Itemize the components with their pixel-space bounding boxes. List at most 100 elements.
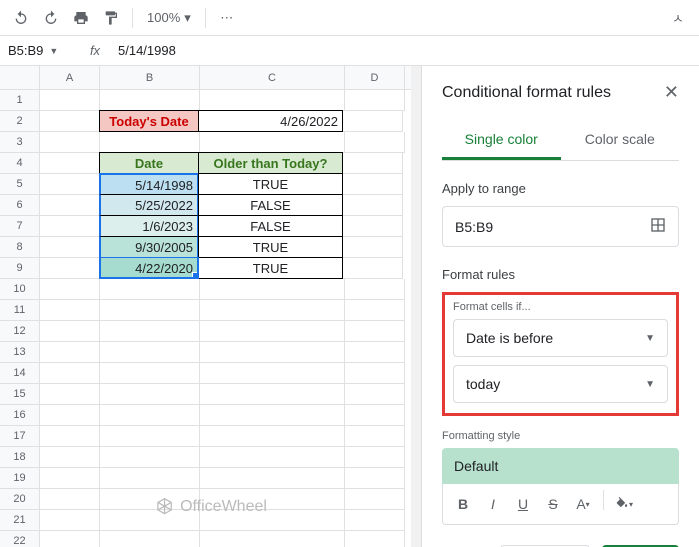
cell[interactable] — [40, 321, 100, 342]
cell[interactable] — [345, 384, 405, 405]
underline-button[interactable]: U — [509, 490, 537, 518]
cell[interactable] — [345, 132, 405, 153]
tab-color-scale[interactable]: Color scale — [561, 121, 680, 160]
cell[interactable] — [345, 300, 405, 321]
undo-icon[interactable] — [8, 5, 34, 31]
cell[interactable] — [345, 426, 405, 447]
cell[interactable] — [343, 174, 403, 195]
cell[interactable]: Today's Date — [99, 110, 199, 132]
close-icon[interactable]: ✕ — [664, 82, 679, 103]
cell[interactable] — [100, 321, 200, 342]
cell[interactable] — [343, 216, 403, 237]
col-header[interactable]: C — [200, 66, 345, 89]
row-header[interactable]: 19 — [0, 468, 40, 489]
tab-single-color[interactable]: Single color — [442, 121, 561, 160]
print-icon[interactable] — [68, 5, 94, 31]
cell[interactable]: Date — [99, 152, 199, 174]
cell[interactable] — [100, 489, 200, 510]
cell[interactable] — [100, 342, 200, 363]
row-header[interactable]: 10 — [0, 279, 40, 300]
cell[interactable]: Older than Today? — [198, 152, 343, 174]
cell[interactable] — [200, 510, 345, 531]
row-header[interactable]: 11 — [0, 300, 40, 321]
collapse-up-icon[interactable]: ㅅ — [665, 5, 691, 31]
vertical-scrollbar[interactable] — [411, 66, 421, 547]
row-header[interactable]: 13 — [0, 342, 40, 363]
row-header[interactable]: 7 — [0, 216, 40, 237]
cell[interactable] — [40, 216, 100, 237]
cell[interactable] — [40, 405, 100, 426]
cell[interactable] — [345, 342, 405, 363]
cell[interactable]: TRUE — [198, 173, 343, 195]
col-header[interactable]: B — [100, 66, 200, 89]
cell[interactable] — [345, 531, 405, 547]
cell[interactable] — [200, 342, 345, 363]
col-header[interactable]: A — [40, 66, 100, 89]
cell[interactable] — [40, 132, 100, 153]
row-header[interactable]: 3 — [0, 132, 40, 153]
col-header[interactable]: D — [345, 66, 405, 89]
cell[interactable] — [200, 426, 345, 447]
row-header[interactable]: 6 — [0, 195, 40, 216]
condition-dropdown[interactable]: Date is before ▼ — [453, 319, 668, 357]
cell[interactable] — [345, 510, 405, 531]
cell[interactable] — [40, 489, 100, 510]
redo-icon[interactable] — [38, 5, 64, 31]
row-header[interactable]: 14 — [0, 363, 40, 384]
cell[interactable]: FALSE — [198, 194, 343, 216]
cell[interactable] — [343, 153, 403, 174]
cell[interactable] — [200, 447, 345, 468]
cell[interactable] — [200, 468, 345, 489]
row-header[interactable]: 9 — [0, 258, 40, 279]
row-header[interactable]: 22 — [0, 531, 40, 547]
cell[interactable]: 5/25/2022 — [99, 194, 199, 216]
cell[interactable] — [40, 468, 100, 489]
cell[interactable] — [200, 321, 345, 342]
cell[interactable] — [200, 489, 345, 510]
cell[interactable] — [40, 510, 100, 531]
cell[interactable] — [40, 237, 100, 258]
cell[interactable]: 4/26/2022 — [198, 110, 343, 132]
cell[interactable]: TRUE — [198, 257, 343, 279]
cell[interactable] — [200, 363, 345, 384]
cell[interactable] — [100, 132, 200, 153]
zoom-dropdown[interactable]: 100%▾ — [141, 10, 197, 26]
row-header[interactable]: 12 — [0, 321, 40, 342]
cell[interactable] — [40, 531, 100, 547]
cell[interactable]: 9/30/2005 — [99, 236, 199, 258]
cell[interactable] — [100, 90, 200, 111]
cell[interactable] — [200, 405, 345, 426]
cell[interactable] — [100, 510, 200, 531]
cell[interactable] — [100, 426, 200, 447]
cell[interactable]: 5/14/1998 — [99, 173, 199, 195]
cell[interactable]: TRUE — [198, 236, 343, 258]
cell[interactable] — [40, 384, 100, 405]
cell[interactable] — [40, 174, 100, 195]
strikethrough-button[interactable]: S — [539, 490, 567, 518]
range-input[interactable]: B5:B9 — [442, 206, 679, 247]
bold-button[interactable]: B — [449, 490, 477, 518]
row-header[interactable]: 16 — [0, 405, 40, 426]
cell[interactable] — [343, 111, 403, 132]
grid-icon[interactable] — [650, 217, 666, 236]
fill-color-button[interactable]: ▾ — [610, 490, 638, 518]
cell[interactable] — [345, 405, 405, 426]
cell[interactable] — [100, 279, 200, 300]
row-header[interactable]: 20 — [0, 489, 40, 510]
cell[interactable] — [200, 132, 345, 153]
cell[interactable] — [345, 321, 405, 342]
date-value-dropdown[interactable]: today ▼ — [453, 365, 668, 403]
cell[interactable] — [40, 279, 100, 300]
cell[interactable] — [345, 447, 405, 468]
cell[interactable] — [40, 258, 100, 279]
italic-button[interactable]: I — [479, 490, 507, 518]
cell[interactable] — [343, 258, 403, 279]
cell[interactable] — [345, 363, 405, 384]
row-header[interactable]: 17 — [0, 426, 40, 447]
cell[interactable] — [200, 384, 345, 405]
row-header[interactable]: 5 — [0, 174, 40, 195]
text-color-button[interactable]: A▾ — [569, 490, 597, 518]
row-header[interactable]: 8 — [0, 237, 40, 258]
style-preview[interactable]: Default — [442, 448, 679, 484]
spreadsheet[interactable]: A B C D 12Today's Date4/26/202234DateOld… — [0, 66, 421, 547]
